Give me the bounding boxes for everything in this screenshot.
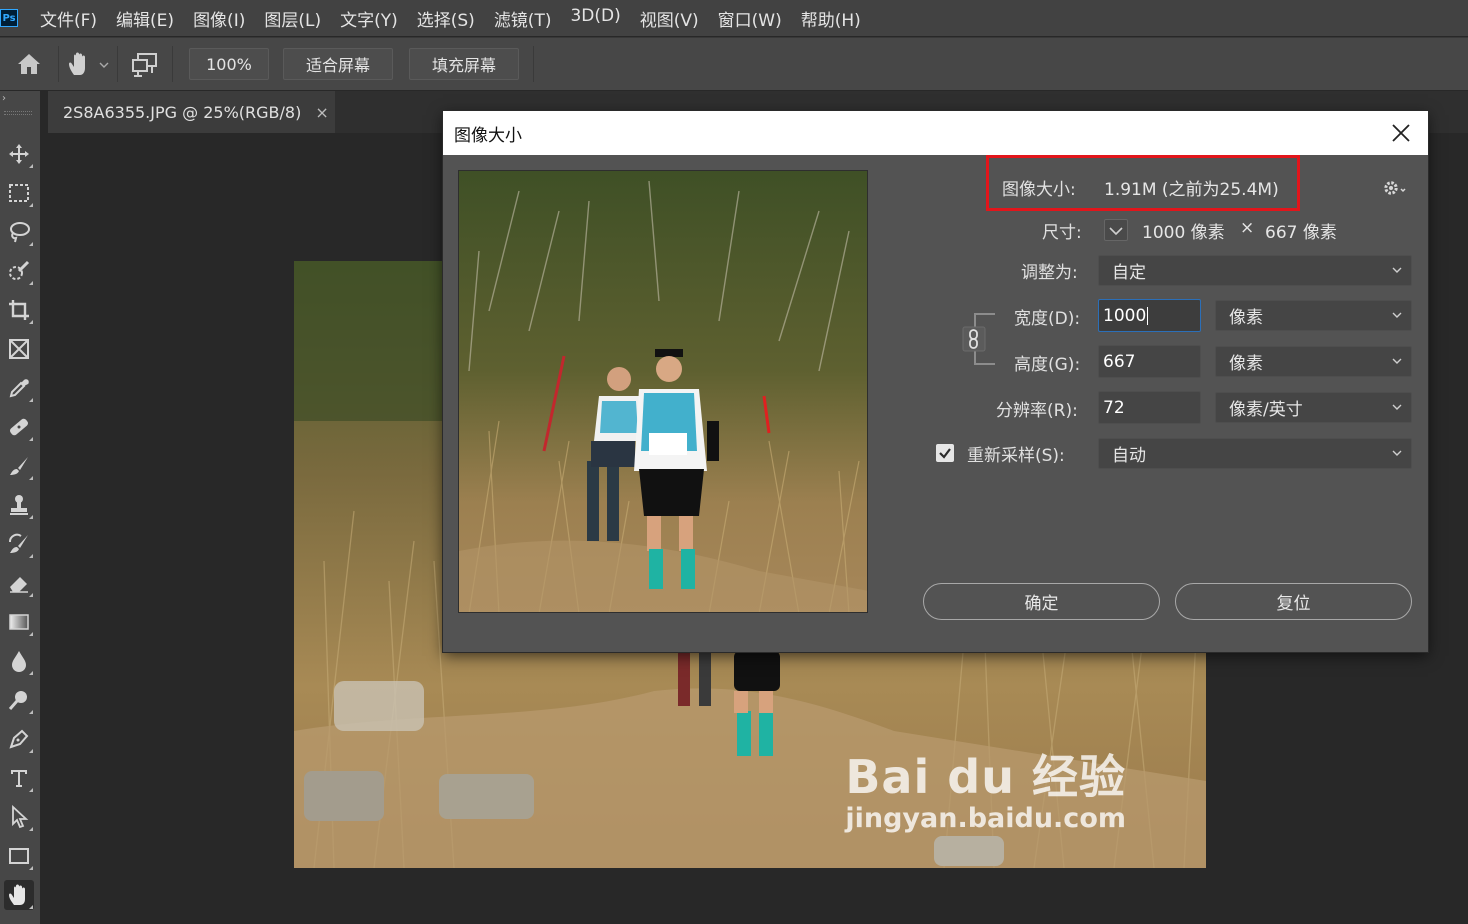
frame-tool-icon[interactable] — [4, 334, 34, 364]
hand-tool-icon[interactable] — [4, 880, 34, 910]
image-preview[interactable] — [458, 170, 868, 613]
dimensions-times: × — [1240, 218, 1255, 238]
fill-screen-button[interactable]: 填充屏幕 — [409, 48, 519, 80]
menu-select[interactable]: 选择(S) — [417, 6, 475, 31]
height-value: 667 — [1103, 351, 1136, 372]
resample-checkbox[interactable] — [936, 444, 954, 462]
watermark-brand: Bai du 经验 — [845, 750, 1126, 804]
dialog-title: 图像大小 — [454, 125, 522, 146]
type-tool-icon[interactable] — [4, 763, 34, 793]
menu-window[interactable]: 窗口(W) — [718, 6, 782, 31]
expand-panel-icon[interactable]: › — [2, 93, 6, 104]
marquee-tool-icon[interactable] — [4, 178, 34, 208]
eyedropper-tool-icon[interactable] — [4, 373, 34, 403]
chevron-down-icon — [1392, 312, 1402, 318]
dodge-tool-icon[interactable] — [4, 685, 34, 715]
constrain-proportions-link-icon[interactable] — [961, 311, 1001, 367]
dialog-title-bar: 图像大小 — [443, 111, 1428, 155]
height-unit-value: 像素 — [1229, 354, 1263, 374]
height-unit-select[interactable]: 像素 — [1215, 346, 1412, 377]
chevron-down-icon — [1392, 450, 1402, 456]
history-brush-tool-icon[interactable] — [4, 529, 34, 559]
ok-button[interactable]: 确定 — [923, 583, 1160, 620]
brush-tool-icon[interactable] — [4, 451, 34, 481]
quick-selection-tool-icon[interactable] — [4, 256, 34, 286]
width-label: 宽度(D): — [1014, 309, 1081, 329]
fit-to-value: 自定 — [1112, 263, 1146, 283]
height-label: 高度(G): — [1014, 355, 1081, 375]
fit-to-label: 调整为: — [1021, 263, 1078, 283]
reset-button[interactable]: 复位 — [1175, 583, 1412, 620]
menu-image[interactable]: 图像(I) — [193, 6, 245, 31]
document-tab-title: 2S8A6355.JPG @ 25%(RGB/8) — [63, 102, 302, 122]
menu-file[interactable]: 文件(F) — [40, 6, 97, 31]
zoom-100-button[interactable]: 100% — [189, 48, 269, 80]
width-value: 1000 — [1103, 305, 1147, 326]
chevron-down-icon — [1392, 404, 1402, 410]
checkmark-icon — [939, 448, 951, 459]
move-tool-icon[interactable] — [4, 139, 34, 169]
options-bar: 100% 适合屏幕 填充屏幕 — [0, 37, 1468, 90]
watermark-url: jingyan.baidu.com — [845, 803, 1126, 834]
width-input[interactable]: 1000 — [1098, 299, 1201, 332]
dimensions-height: 667 像素 — [1265, 223, 1337, 243]
dimensions-label: 尺寸: — [1042, 223, 1082, 243]
close-icon[interactable] — [1388, 120, 1414, 146]
menu-view[interactable]: 视图(V) — [640, 6, 699, 31]
rectangle-tool-icon[interactable] — [4, 841, 34, 871]
healing-brush-tool-icon[interactable] — [4, 412, 34, 442]
hand-tool-preset-icon[interactable] — [59, 44, 117, 84]
crop-tool-icon[interactable] — [4, 295, 34, 325]
lasso-tool-icon[interactable] — [4, 217, 34, 247]
width-unit-value: 像素 — [1229, 308, 1263, 328]
panel-grip[interactable] — [4, 111, 32, 115]
resolution-unit-select[interactable]: 像素/英寸 — [1215, 392, 1412, 423]
eraser-tool-icon[interactable] — [4, 568, 34, 598]
height-input[interactable]: 667 — [1098, 345, 1201, 378]
resample-method-select[interactable]: 自动 — [1098, 438, 1412, 469]
menu-type[interactable]: 文字(Y) — [340, 6, 398, 31]
dimensions-width: 1000 像素 — [1142, 223, 1225, 243]
menu-filter[interactable]: 滤镜(T) — [494, 6, 552, 31]
image-size-value: 1.91M (之前为25.4M) — [1104, 180, 1279, 200]
path-selection-tool-icon[interactable] — [4, 802, 34, 832]
menu-3d[interactable]: 3D(D) — [570, 6, 620, 31]
gradient-tool-icon[interactable] — [4, 607, 34, 637]
resolution-unit-value: 像素/英寸 — [1229, 400, 1303, 420]
pen-tool-icon[interactable] — [4, 724, 34, 754]
resolution-label: 分辨率(R): — [996, 401, 1078, 421]
document-tab[interactable]: 2S8A6355.JPG @ 25%(RGB/8) × — [48, 91, 335, 133]
separator — [533, 46, 534, 82]
menu-bar: Ps 文件(F) 编辑(E) 图像(I) 图层(L) 文字(Y) 选择(S) 滤… — [0, 0, 1468, 36]
gear-icon[interactable] — [1382, 177, 1408, 199]
chevron-down-icon — [1392, 358, 1402, 364]
watermark: Bai du 经验 jingyan.baidu.com — [845, 741, 1126, 834]
image-size-label: 图像大小: — [1002, 180, 1076, 200]
menu-edit[interactable]: 编辑(E) — [116, 6, 174, 31]
home-icon[interactable] — [0, 44, 58, 84]
scroll-all-windows-icon[interactable] — [118, 44, 172, 84]
resample-method-value: 自动 — [1112, 446, 1146, 466]
resample-label: 重新采样(S): — [967, 446, 1065, 466]
blur-tool-icon[interactable] — [4, 646, 34, 676]
photoshop-window: Ps 文件(F) 编辑(E) 图像(I) 图层(L) 文字(Y) 选择(S) 滤… — [0, 0, 1468, 924]
close-tab-icon[interactable]: × — [315, 103, 328, 122]
tools-panel: › — [0, 91, 40, 924]
separator — [172, 46, 173, 82]
photoshop-logo-icon: Ps — [0, 9, 18, 27]
text-caret — [1147, 306, 1149, 325]
fit-to-select[interactable]: 自定 — [1098, 255, 1412, 286]
chevron-down-icon — [1392, 267, 1402, 273]
clone-stamp-tool-icon[interactable] — [4, 490, 34, 520]
menu-items: 文件(F) 编辑(E) 图像(I) 图层(L) 文字(Y) 选择(S) 滤镜(T… — [40, 6, 880, 31]
width-unit-select[interactable]: 像素 — [1215, 300, 1412, 331]
fit-screen-button[interactable]: 适合屏幕 — [283, 48, 393, 80]
resolution-value: 72 — [1103, 397, 1125, 418]
dimensions-unit-toggle[interactable] — [1104, 219, 1128, 241]
menu-help[interactable]: 帮助(H) — [801, 6, 861, 31]
resolution-input[interactable]: 72 — [1098, 391, 1201, 424]
image-size-dialog: 图像大小 图像大小: 1.91M (之前为25.4M) 尺寸: 1000 像素 … — [443, 111, 1428, 652]
menu-layer[interactable]: 图层(L) — [264, 6, 321, 31]
